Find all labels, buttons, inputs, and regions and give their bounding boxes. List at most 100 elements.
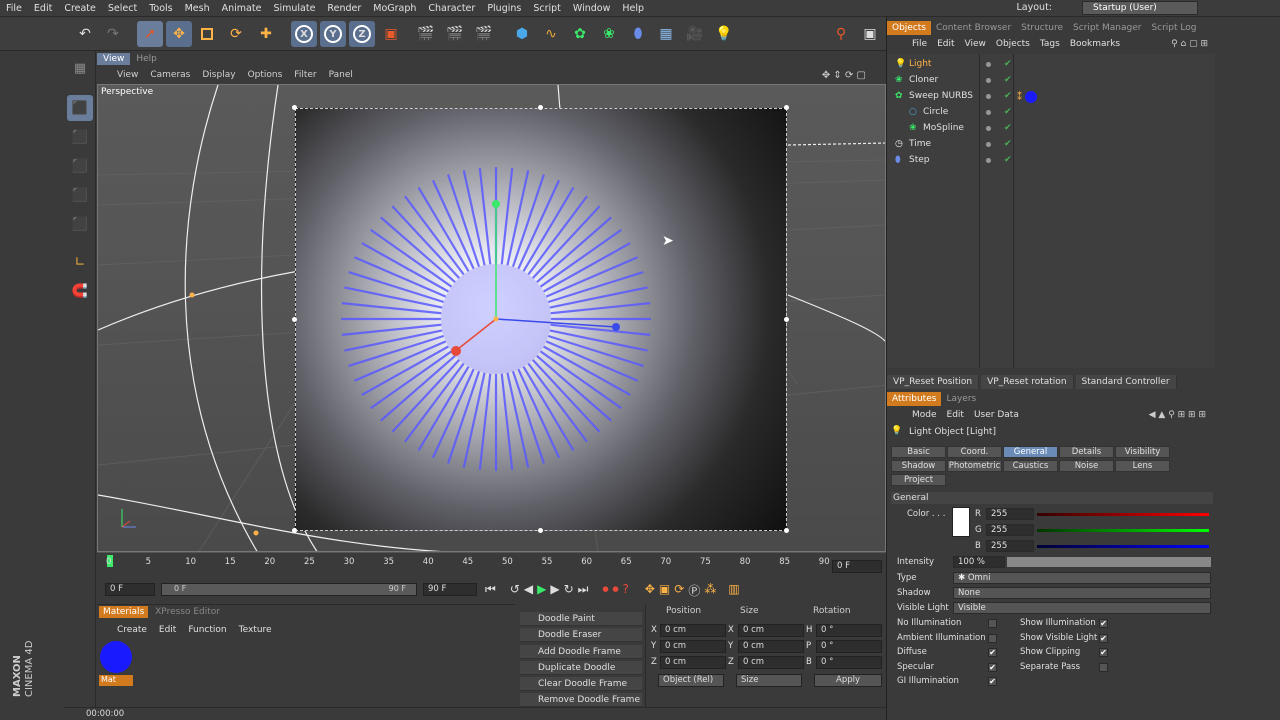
object-row-mospline[interactable]: ❀ MoSpline ✔ — [887, 120, 1215, 136]
color-r-slider[interactable] — [1037, 513, 1209, 516]
duplicate-doodle-frame-button[interactable]: Duplicate Doodle Frame — [520, 661, 642, 687]
object-row-light[interactable]: 💡 Light ✔ — [887, 56, 1215, 72]
z-axis-icon[interactable]: Z — [349, 21, 375, 47]
menu-animate[interactable]: Animate — [216, 3, 268, 14]
polygons-mode-icon[interactable]: ⬛ — [67, 211, 93, 237]
vp-menu-view[interactable]: View — [111, 70, 144, 80]
prev-key-icon[interactable]: ↺ — [510, 582, 520, 599]
color-g-slider[interactable] — [1037, 529, 1209, 532]
attr-tab-general[interactable]: General — [1003, 446, 1058, 458]
checkbox[interactable]: ✔ — [988, 648, 997, 657]
snap-icon[interactable]: ⚲ — [828, 21, 854, 47]
end-frame-field[interactable]: 90 F — [423, 583, 477, 596]
visibility-dot[interactable] — [986, 110, 991, 115]
menu-mesh[interactable]: Mesh — [179, 3, 216, 14]
key-position-icon[interactable]: ✥ — [645, 582, 655, 599]
menu-render[interactable]: Render — [321, 3, 367, 14]
go-to-start-icon[interactable]: ⏮ — [485, 582, 496, 599]
points-mode-icon[interactable]: ⬛ — [67, 153, 93, 179]
object-row-cloner[interactable]: ❀ Cloner ✔ — [887, 72, 1215, 88]
recent-tool-icon[interactable]: ✚ — [253, 21, 279, 47]
range-slider[interactable]: 0 F 90 F — [161, 583, 417, 596]
tab-materials[interactable]: Materials — [99, 606, 149, 618]
tab-layers[interactable]: Layers — [941, 392, 981, 406]
next-frame-icon[interactable]: ▶ — [550, 582, 559, 599]
key-pla-icon[interactable]: ⁂ — [704, 582, 716, 599]
render-settings-icon[interactable]: 🎬 — [471, 21, 497, 47]
cube-icon[interactable]: ⬢ — [509, 21, 535, 47]
type-select[interactable]: ✱ Omni — [953, 572, 1211, 584]
position-field[interactable]: 0 cm — [660, 624, 726, 637]
coordinate-system-icon[interactable]: ▣ — [378, 21, 404, 47]
region-handle[interactable] — [784, 317, 789, 322]
color-b-slider[interactable] — [1037, 545, 1209, 548]
grid-icon[interactable]: ▣ — [857, 21, 883, 47]
attr-tab-coord[interactable]: Coord. — [947, 446, 1002, 458]
material-name[interactable]: Mat — [99, 675, 133, 686]
key-rotation-icon[interactable]: ⟳ — [674, 582, 684, 599]
standard-controller-button[interactable]: Standard Controller — [1075, 375, 1177, 389]
remove-doodle-frame-button[interactable]: Remove Doodle Frame — [520, 693, 642, 707]
attr-menu-mode[interactable]: Mode — [907, 408, 942, 422]
mat-menu-create[interactable]: Create — [117, 625, 147, 635]
tab-help[interactable]: Help — [130, 53, 163, 65]
edges-mode-icon[interactable]: ⬛ — [67, 182, 93, 208]
menu-select[interactable]: Select — [102, 3, 143, 14]
intensity-field[interactable]: 100 % — [953, 556, 1005, 568]
rotation-field[interactable]: 0 ° — [816, 640, 882, 653]
scale-icon[interactable] — [194, 21, 220, 47]
object-row-circle[interactable]: ○ Circle ✔ — [887, 104, 1215, 120]
menu-character[interactable]: Character — [422, 3, 481, 14]
visible-light-select[interactable]: Visible — [953, 602, 1211, 614]
vp-reset-rotation-button[interactable]: VP_Reset rotation — [981, 375, 1074, 389]
object-row-time[interactable]: ◷ Time ✔ — [887, 136, 1215, 152]
checkbox[interactable] — [988, 633, 997, 643]
coord-mode-select[interactable]: Object (Rel) — [658, 674, 724, 687]
spline-pen-icon[interactable]: ∿ — [538, 21, 564, 47]
object-row-step[interactable]: ⬮ Step ✔ — [887, 152, 1215, 168]
attr-tab-visibility[interactable]: Visibility — [1115, 446, 1170, 458]
checkbox[interactable]: ✔ — [1099, 633, 1108, 643]
menu-mograph[interactable]: MoGraph — [367, 3, 422, 14]
checkbox[interactable] — [988, 619, 997, 628]
color-b-field[interactable]: 255 — [986, 540, 1034, 552]
shadow-select[interactable]: None — [953, 587, 1211, 599]
attr-tab-lens[interactable]: Lens — [1115, 460, 1170, 472]
object-row-sweep-nurbs[interactable]: ✿ Sweep NURBS ✔ — [887, 88, 1215, 104]
mat-menu-edit[interactable]: Edit — [159, 625, 176, 635]
key-parameter-icon[interactable]: Ⓟ — [688, 582, 700, 599]
region-handle[interactable] — [292, 317, 297, 322]
vp-menu-display[interactable]: Display — [196, 70, 241, 80]
rotate-icon[interactable]: ⟳ — [223, 21, 249, 47]
y-axis-icon[interactable]: Y — [320, 21, 346, 47]
tab-attributes[interactable]: Attributes — [887, 392, 942, 406]
axis-mode-icon[interactable]: ∟ — [67, 249, 93, 275]
color-swatch[interactable] — [952, 507, 970, 537]
region-handle[interactable] — [538, 105, 543, 110]
floor-icon[interactable]: ▦ — [653, 21, 679, 47]
checkbox[interactable]: ✔ — [988, 662, 997, 672]
region-handle[interactable] — [784, 528, 789, 533]
checkbox[interactable]: ✔ — [1099, 619, 1108, 628]
obj-manager-nav-icons[interactable]: ⚲ ⌂ ▢ ⊞ — [1166, 37, 1213, 51]
sweep-tags[interactable]: ⁑ — [1017, 91, 1038, 103]
attr-menu-user-data[interactable]: User Data — [969, 408, 1024, 422]
obj-menu-view[interactable]: View — [960, 37, 991, 51]
render-view-icon[interactable]: 🎬 — [413, 21, 439, 47]
color-r-field[interactable]: 255 — [986, 508, 1034, 520]
obj-menu-file[interactable]: File — [907, 37, 932, 51]
doodle-paint-button[interactable]: Doodle Paint — [520, 612, 642, 626]
enabled-check-icon[interactable]: ✔ — [1004, 72, 1012, 88]
size-field[interactable]: 0 cm — [738, 656, 804, 669]
move-icon[interactable]: ✥ — [166, 21, 192, 47]
coord-size-select[interactable]: Size — [736, 674, 802, 687]
tab-structure[interactable]: Structure — [1016, 21, 1068, 35]
attr-tab-noise[interactable]: Noise — [1059, 460, 1114, 472]
vp-reset-position-button[interactable]: VP_Reset Position — [887, 375, 980, 389]
region-handle[interactable] — [538, 528, 543, 533]
layout-select[interactable]: Startup (User) — [1082, 1, 1198, 15]
apply-button[interactable]: Apply — [814, 674, 882, 687]
obj-menu-objects[interactable]: Objects — [991, 37, 1035, 51]
menu-simulate[interactable]: Simulate — [267, 3, 321, 14]
enabled-check-icon[interactable]: ✔ — [1004, 56, 1012, 72]
